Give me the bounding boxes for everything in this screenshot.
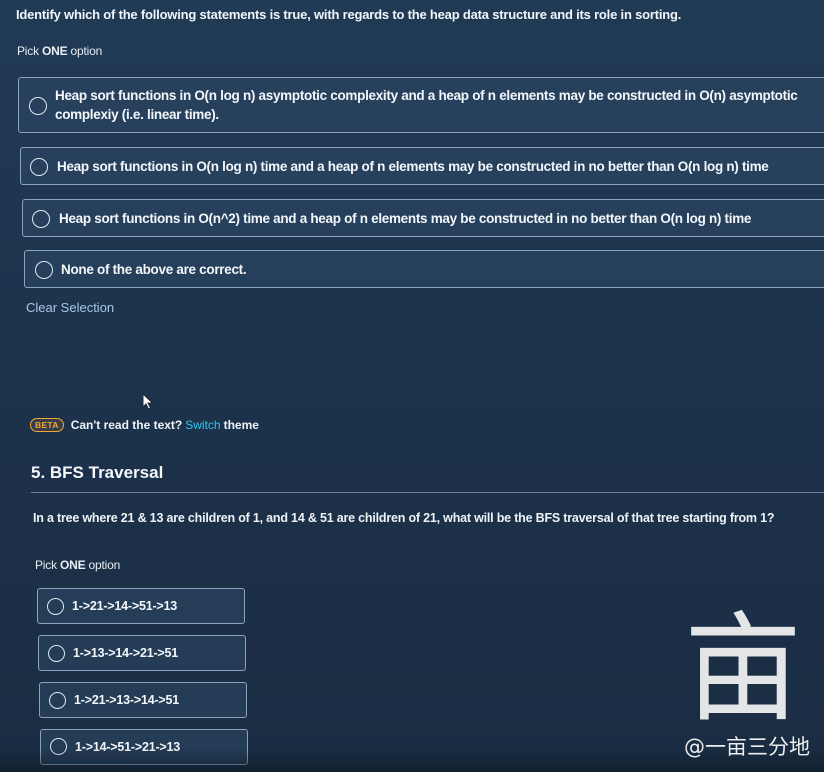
radio-icon[interactable] — [49, 692, 66, 709]
beta-badge: BETA — [30, 418, 64, 432]
clear-selection-link[interactable]: Clear Selection — [26, 300, 114, 315]
option-3[interactable]: Heap sort functions in O(n^2) time and a… — [22, 199, 824, 237]
radio-icon[interactable] — [30, 158, 48, 176]
theme-notice: BETA Can't read the text? Switch theme — [30, 418, 259, 432]
option-label: Heap sort functions in O(n^2) time and a… — [59, 211, 752, 226]
radio-icon[interactable] — [29, 97, 47, 115]
switch-theme-link[interactable]: Switch — [185, 418, 220, 432]
question-text: Identify which of the following statemen… — [16, 7, 682, 22]
radio-icon[interactable] — [32, 210, 50, 228]
bfs-option-1[interactable]: 1->21->14->51->13 — [37, 588, 245, 624]
section-divider — [31, 492, 824, 493]
radio-icon[interactable] — [48, 645, 65, 662]
option-4[interactable]: None of the above are correct. — [24, 250, 824, 288]
pick-one-hint: Pick ONE option — [35, 558, 121, 572]
radio-icon[interactable] — [35, 261, 53, 279]
pick-one-hint: Pick ONE option — [17, 44, 103, 58]
section-title: 5. BFS Traversal — [31, 463, 164, 482]
watermark-text: @一亩三分地 — [684, 735, 810, 759]
option-label: 1->21->14->51->13 — [72, 599, 178, 613]
watermark-logo: 亩 — [683, 600, 802, 738]
bfs-option-2[interactable]: 1->13->14->21->51 — [38, 635, 246, 671]
option-label: 1->21->13->14->51 — [74, 693, 180, 707]
option-1[interactable]: Heap sort functions in O(n log n) asympt… — [18, 77, 824, 133]
option-label: 1->13->14->21->51 — [73, 646, 179, 660]
theme-notice-text: Can't read the text? — [70, 418, 183, 432]
question-text: In a tree where 21 & 13 are children of … — [33, 511, 775, 525]
option-label: Heap sort functions in O(n log n) time a… — [57, 159, 769, 174]
mouse-cursor-icon — [142, 393, 154, 410]
option-label: None of the above are correct. — [61, 262, 247, 277]
option-label: Heap sort functions in O(n log n) asympt… — [55, 88, 798, 122]
bfs-option-3[interactable]: 1->21->13->14->51 — [39, 682, 247, 718]
radio-icon[interactable] — [47, 598, 64, 615]
option-2[interactable]: Heap sort functions in O(n log n) time a… — [20, 147, 824, 185]
theme-notice-suffix: theme — [223, 418, 259, 432]
